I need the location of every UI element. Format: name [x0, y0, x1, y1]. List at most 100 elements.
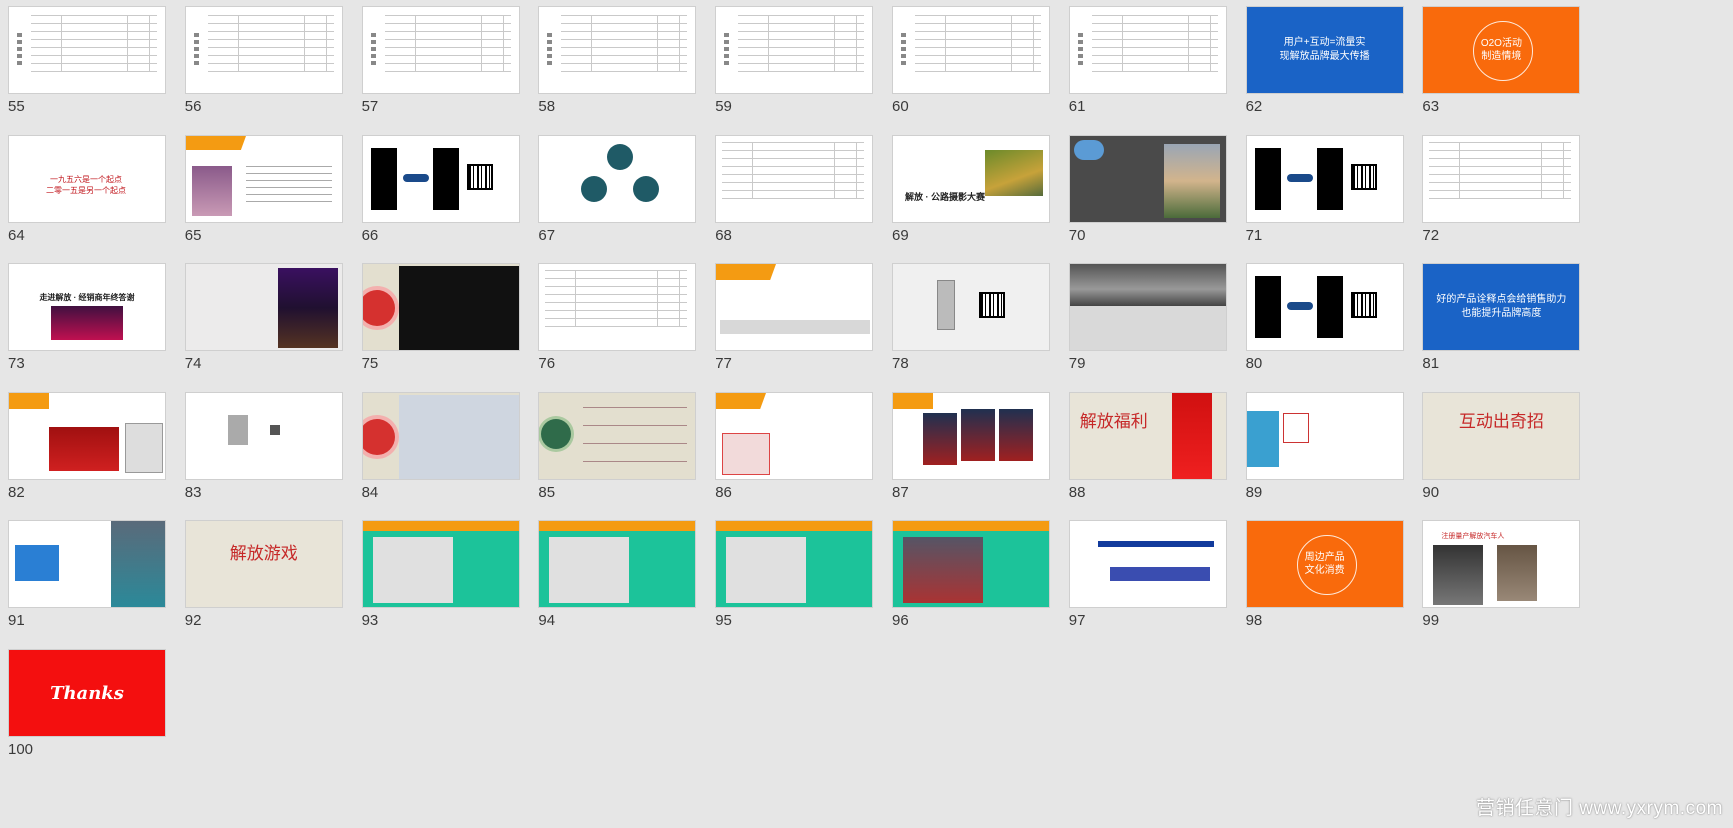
slide-thumbnail[interactable] — [1068, 263, 1227, 352]
slide-thumbnail[interactable]: 解放福利 — [1068, 391, 1227, 480]
slide-item[interactable]: 用户+互动=流量实 现解放品牌最大传播 62 — [1245, 6, 1406, 122]
slide-thumbnail[interactable]: 周边产品 文化消费 — [1245, 520, 1404, 609]
slide-thumbnail[interactable] — [184, 391, 343, 480]
slide-thumbnail[interactable] — [538, 391, 697, 480]
slide-thumbnail[interactable] — [1422, 134, 1581, 223]
slide-thumbnail[interactable]: O2O活动 制造情境 — [1422, 6, 1581, 94]
slide-item[interactable]: 55 — [8, 6, 168, 122]
logo-icon — [1286, 302, 1313, 311]
slide-thumbnail[interactable] — [8, 391, 166, 480]
slide-item[interactable]: 82 — [8, 391, 168, 508]
slide-item[interactable]: 79 — [1068, 263, 1229, 379]
slide-thumbnail[interactable]: 好的产品诠释点会给销售助力 也能提升品牌高度 — [1422, 263, 1581, 352]
slide-thumbnail[interactable] — [184, 6, 343, 94]
thumb-title: 注册量产解放汽车人 — [1441, 533, 1505, 541]
slide-thumbnail[interactable] — [361, 520, 520, 609]
slide-thumbnail[interactable] — [361, 263, 520, 352]
slide-thumbnail[interactable]: 解放游戏 — [184, 520, 343, 609]
slide-thumbnail[interactable] — [538, 263, 697, 352]
slide-item[interactable]: Thanks 100 — [8, 649, 168, 765]
slide-thumbnail[interactable] — [715, 263, 874, 352]
slide-item[interactable]: 56 — [184, 6, 345, 122]
slide-thumbnail[interactable] — [1068, 6, 1227, 94]
slide-thumbnail[interactable] — [8, 520, 166, 609]
slide-thumbnail[interactable] — [715, 134, 874, 223]
slide-item[interactable]: 66 — [361, 134, 522, 251]
slide-item[interactable]: 注册量产解放汽车人 99 — [1422, 520, 1582, 636]
slide-item[interactable]: 60 — [892, 6, 1052, 122]
slide-item[interactable]: 95 — [715, 520, 875, 636]
slide-thumbnail[interactable] — [361, 391, 520, 480]
slide-item[interactable]: 93 — [361, 520, 522, 636]
slide-thumbnail[interactable]: 互动出奇招 — [1422, 391, 1581, 480]
slide-thumbnail[interactable] — [361, 134, 520, 223]
slide-thumbnail[interactable] — [184, 263, 343, 352]
slide-thumbnail[interactable]: 解放 · 公路摄影大赛 — [892, 134, 1050, 223]
slide-item[interactable]: 互动出奇招 90 — [1422, 391, 1582, 508]
slide-item[interactable]: 59 — [715, 6, 875, 122]
slide-item[interactable]: 74 — [184, 263, 345, 379]
slide-item[interactable]: 83 — [184, 391, 345, 508]
slide-item[interactable]: 87 — [892, 391, 1052, 508]
slide-item[interactable]: 77 — [715, 263, 875, 379]
slide-item[interactable]: 走进解放 · 经销商年终答谢 73 — [8, 263, 168, 379]
slide-item[interactable]: 94 — [538, 520, 698, 636]
slide-thumbnail[interactable] — [8, 6, 166, 94]
slide-thumbnail[interactable] — [892, 263, 1050, 352]
slide-thumbnail[interactable] — [1245, 134, 1404, 223]
phone-icon — [937, 280, 955, 331]
slide-item[interactable]: 周边产品 文化消费 98 — [1245, 520, 1406, 636]
slide-item[interactable]: 85 — [538, 391, 698, 508]
slide-thumbnail[interactable] — [1068, 134, 1227, 223]
slide-number: 98 — [1245, 612, 1263, 630]
slide-item[interactable]: 97 — [1068, 520, 1229, 636]
slide-item[interactable]: 84 — [361, 391, 522, 508]
slide-thumbnail[interactable] — [184, 134, 343, 223]
slide-thumbnail[interactable] — [1245, 391, 1404, 480]
slide-thumbnail[interactable]: Thanks — [8, 649, 166, 737]
slide-thumbnail[interactable] — [715, 520, 874, 609]
slide-item[interactable]: 89 — [1245, 391, 1406, 508]
thumb-title: 好的产品诠释点会给销售助力 也能提升品牌高度 — [1436, 294, 1567, 320]
slide-item[interactable]: 解放 · 公路摄影大赛 69 — [892, 134, 1052, 251]
slide-thumbnail[interactable]: 一九五六是一个起点 二零一五是另一个起点 — [8, 134, 166, 223]
slide-number: 77 — [715, 355, 732, 373]
slide-thumbnail[interactable]: 用户+互动=流量实 现解放品牌最大传播 — [1245, 6, 1404, 94]
slide-item[interactable]: 57 — [361, 6, 522, 122]
slide-item[interactable]: 58 — [538, 6, 698, 122]
slide-thumbnail[interactable] — [538, 6, 697, 94]
thumb-title: Thanks — [50, 682, 124, 704]
slide-thumbnail[interactable] — [715, 6, 874, 94]
slide-item[interactable]: O2O活动 制造情境 63 — [1422, 6, 1582, 122]
slide-item[interactable]: 86 — [715, 391, 875, 508]
slide-item[interactable]: 80 — [1245, 263, 1406, 379]
slide-thumbnail[interactable] — [892, 391, 1050, 480]
slide-thumbnail[interactable] — [361, 6, 520, 94]
slide-item[interactable]: 68 — [715, 134, 875, 251]
slide-item[interactable]: 解放游戏 92 — [184, 520, 345, 636]
slide-item[interactable]: 好的产品诠释点会给销售助力 也能提升品牌高度 81 — [1422, 263, 1582, 379]
slide-item[interactable]: 67 — [538, 134, 698, 251]
slide-number: 59 — [715, 98, 732, 115]
slide-thumbnail[interactable] — [1068, 520, 1227, 609]
slide-item[interactable]: 解放福利 88 — [1068, 391, 1229, 508]
slide-item[interactable]: 91 — [8, 520, 168, 636]
slide-item[interactable]: 61 — [1068, 6, 1229, 122]
slide-thumbnail[interactable] — [538, 134, 697, 223]
slide-thumbnail[interactable] — [715, 391, 874, 480]
slide-thumbnail[interactable]: 走进解放 · 经销商年终答谢 — [8, 263, 166, 352]
slide-item[interactable]: 70 — [1068, 134, 1229, 251]
slide-thumbnail[interactable]: 注册量产解放汽车人 — [1422, 520, 1581, 609]
slide-thumbnail[interactable] — [892, 6, 1050, 94]
slide-item[interactable]: 78 — [892, 263, 1052, 379]
slide-item[interactable]: 96 — [892, 520, 1052, 636]
slide-item[interactable]: 71 — [1245, 134, 1406, 251]
slide-thumbnail[interactable] — [1245, 263, 1404, 352]
slide-thumbnail[interactable] — [538, 520, 697, 609]
slide-item[interactable]: 76 — [538, 263, 698, 379]
slide-thumbnail[interactable] — [892, 520, 1050, 609]
slide-item[interactable]: 65 — [184, 134, 345, 251]
slide-item[interactable]: 72 — [1422, 134, 1582, 251]
slide-item[interactable]: 75 — [361, 263, 522, 379]
slide-item[interactable]: 一九五六是一个起点 二零一五是另一个起点 64 — [8, 134, 168, 251]
